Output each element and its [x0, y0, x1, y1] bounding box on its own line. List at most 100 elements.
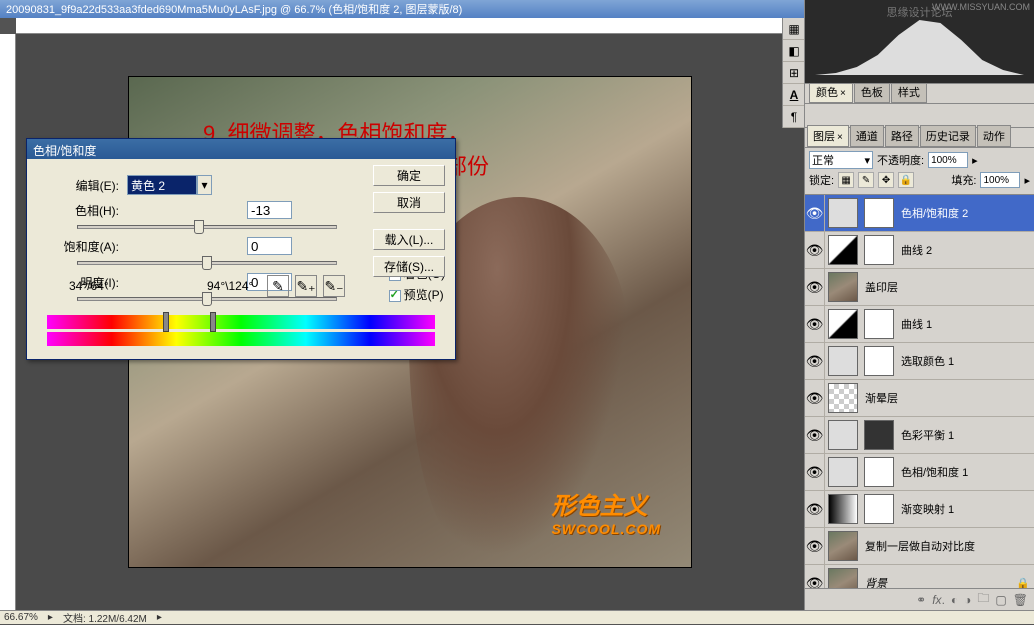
layer-mask-thumbnail[interactable] — [864, 420, 894, 450]
blend-mode-select[interactable]: 正常▾ — [809, 151, 873, 169]
eyedropper-icon[interactable]: ✎ — [267, 275, 289, 297]
layer-thumbnail[interactable] — [828, 494, 858, 524]
layer-mask-thumbnail[interactable] — [864, 494, 894, 524]
layers-list[interactable]: 👁色相/饱和度 2👁曲线 2👁盖印层👁曲线 1👁选取颜色 1👁渐晕层👁色彩平衡 … — [805, 195, 1034, 588]
adjustment-icon[interactable]: ◑ — [964, 593, 971, 607]
visibility-eye-icon[interactable]: 👁 — [805, 232, 825, 268]
tab-layers[interactable]: 图层× — [807, 125, 849, 147]
chevron-right-icon[interactable]: ▸ — [48, 612, 53, 623]
layer-name-label[interactable]: 色相/饱和度 2 — [897, 205, 1034, 221]
layer-name-label[interactable]: 色相/饱和度 1 — [897, 464, 1034, 480]
layer-mask-thumbnail[interactable] — [864, 346, 894, 376]
opacity-input[interactable]: 100% — [928, 152, 968, 168]
ruler-horizontal[interactable] — [16, 18, 804, 34]
visibility-eye-icon[interactable]: 👁 — [805, 343, 825, 379]
tab-history[interactable]: 历史记录 — [920, 125, 976, 147]
layer-row[interactable]: 👁 色相/饱和度 1 — [805, 454, 1034, 491]
layer-mask-thumbnail[interactable] — [864, 198, 894, 228]
lock-transparent-icon[interactable]: ▦ — [838, 172, 854, 188]
lock-move-icon[interactable]: ✥ — [878, 172, 894, 188]
new-layer-icon[interactable]: ▢ — [995, 593, 1006, 607]
visibility-eye-icon[interactable]: 👁 — [805, 454, 825, 490]
fill-input[interactable]: 100% — [980, 172, 1020, 188]
dialog-titlebar[interactable]: 色相/饱和度 — [27, 139, 455, 159]
hue-input[interactable] — [247, 201, 292, 219]
text-tool-icon[interactable]: A — [783, 84, 805, 106]
visibility-eye-icon[interactable]: 👁 — [805, 491, 825, 527]
layer-thumbnail[interactable] — [828, 272, 858, 302]
visibility-eye-icon[interactable]: 👁 — [805, 380, 825, 416]
layer-thumbnail[interactable] — [828, 420, 858, 450]
nav-tool-icon[interactable]: ▦ — [783, 18, 805, 40]
chevron-right-icon[interactable]: ▸ — [1024, 174, 1030, 187]
layer-thumbnail[interactable] — [828, 198, 858, 228]
close-icon[interactable]: × — [837, 132, 843, 143]
mask-icon[interactable]: ◐ — [951, 593, 958, 607]
layer-name-label[interactable]: 曲线 1 — [897, 316, 1034, 332]
close-icon[interactable]: × — [840, 88, 846, 99]
tab-color[interactable]: 颜色× — [809, 81, 853, 103]
layer-row[interactable]: 👁 曲线 1 — [805, 306, 1034, 343]
link-layers-icon[interactable]: ⚭ — [916, 593, 926, 607]
lock-all-icon[interactable]: 🔒 — [898, 172, 914, 188]
layer-mask-thumbnail[interactable] — [864, 235, 894, 265]
hue-slider[interactable] — [77, 225, 337, 229]
lock-paint-icon[interactable]: ✎ — [858, 172, 874, 188]
visibility-eye-icon[interactable]: 👁 — [805, 565, 825, 588]
layer-row[interactable]: 👁 色相/饱和度 2 — [805, 195, 1034, 232]
layer-thumbnail[interactable] — [828, 568, 858, 588]
visibility-eye-icon[interactable]: 👁 — [805, 417, 825, 453]
layer-name-label[interactable]: 背景 — [861, 575, 1016, 588]
save-button[interactable]: 存储(S)... — [373, 256, 445, 277]
layer-thumbnail[interactable] — [828, 457, 858, 487]
layer-thumbnail[interactable] — [828, 309, 858, 339]
chevron-right-icon[interactable]: ▸ — [157, 612, 162, 623]
layer-name-label[interactable]: 渐晕层 — [861, 390, 1034, 406]
ruler-vertical[interactable] — [0, 34, 16, 610]
layer-thumbnail[interactable] — [828, 235, 858, 265]
layer-row[interactable]: 👁 选取颜色 1 — [805, 343, 1034, 380]
layer-mask-thumbnail[interactable] — [864, 457, 894, 487]
folder-icon[interactable]: 🗀 — [977, 589, 989, 610]
layer-name-label[interactable]: 渐变映射 1 — [897, 501, 1034, 517]
fx-icon[interactable]: fx. — [932, 593, 945, 607]
color-strip-output[interactable] — [47, 332, 435, 346]
layer-thumbnail[interactable] — [828, 383, 858, 413]
layer-row[interactable]: 👁 复制一层做自动对比度 — [805, 528, 1034, 565]
preview-checkbox[interactable]: 预览(P) — [389, 286, 445, 303]
layer-row[interactable]: 👁背景🔒 — [805, 565, 1034, 588]
edit-combo[interactable]: 黄色 2 — [127, 175, 197, 195]
eyedropper-subtract-icon[interactable]: ✎₋ — [323, 275, 345, 297]
edit-combo-dropdown[interactable]: ▾ — [197, 175, 212, 195]
nav-tool-icon[interactable]: ◧ — [783, 40, 805, 62]
trash-icon[interactable]: 🗑 — [1013, 593, 1028, 607]
load-button[interactable]: 载入(L)... — [373, 229, 445, 250]
visibility-eye-icon[interactable]: 👁 — [805, 528, 825, 564]
nav-tool-icon[interactable]: ⊞ — [783, 62, 805, 84]
tab-paths[interactable]: 路径 — [885, 125, 919, 147]
tab-channels[interactable]: 通道 — [850, 125, 884, 147]
saturation-input[interactable] — [247, 237, 292, 255]
layer-name-label[interactable]: 色彩平衡 1 — [897, 427, 1034, 443]
tab-swatches[interactable]: 色板 — [854, 81, 890, 103]
zoom-level[interactable]: 66.67% — [4, 612, 38, 623]
chevron-right-icon[interactable]: ▸ — [972, 154, 978, 167]
ok-button[interactable]: 确定 — [373, 165, 445, 186]
visibility-eye-icon[interactable]: 👁 — [805, 306, 825, 342]
color-strip-input[interactable] — [47, 315, 435, 329]
saturation-slider[interactable] — [77, 261, 337, 265]
layer-mask-thumbnail[interactable] — [864, 309, 894, 339]
layer-row[interactable]: 👁 渐变映射 1 — [805, 491, 1034, 528]
layer-name-label[interactable]: 选取颜色 1 — [897, 353, 1034, 369]
cancel-button[interactable]: 取消 — [373, 192, 445, 213]
layer-thumbnail[interactable] — [828, 346, 858, 376]
layer-name-label[interactable]: 复制一层做自动对比度 — [861, 538, 1034, 554]
tab-actions[interactable]: 动作 — [977, 125, 1011, 147]
layer-row[interactable]: 👁 色彩平衡 1 — [805, 417, 1034, 454]
visibility-eye-icon[interactable]: 👁 — [805, 195, 825, 231]
layer-name-label[interactable]: 盖印层 — [861, 279, 1034, 295]
layer-row[interactable]: 👁曲线 2 — [805, 232, 1034, 269]
visibility-eye-icon[interactable]: 👁 — [805, 269, 825, 305]
layer-thumbnail[interactable] — [828, 531, 858, 561]
lightness-slider[interactable] — [77, 297, 337, 301]
